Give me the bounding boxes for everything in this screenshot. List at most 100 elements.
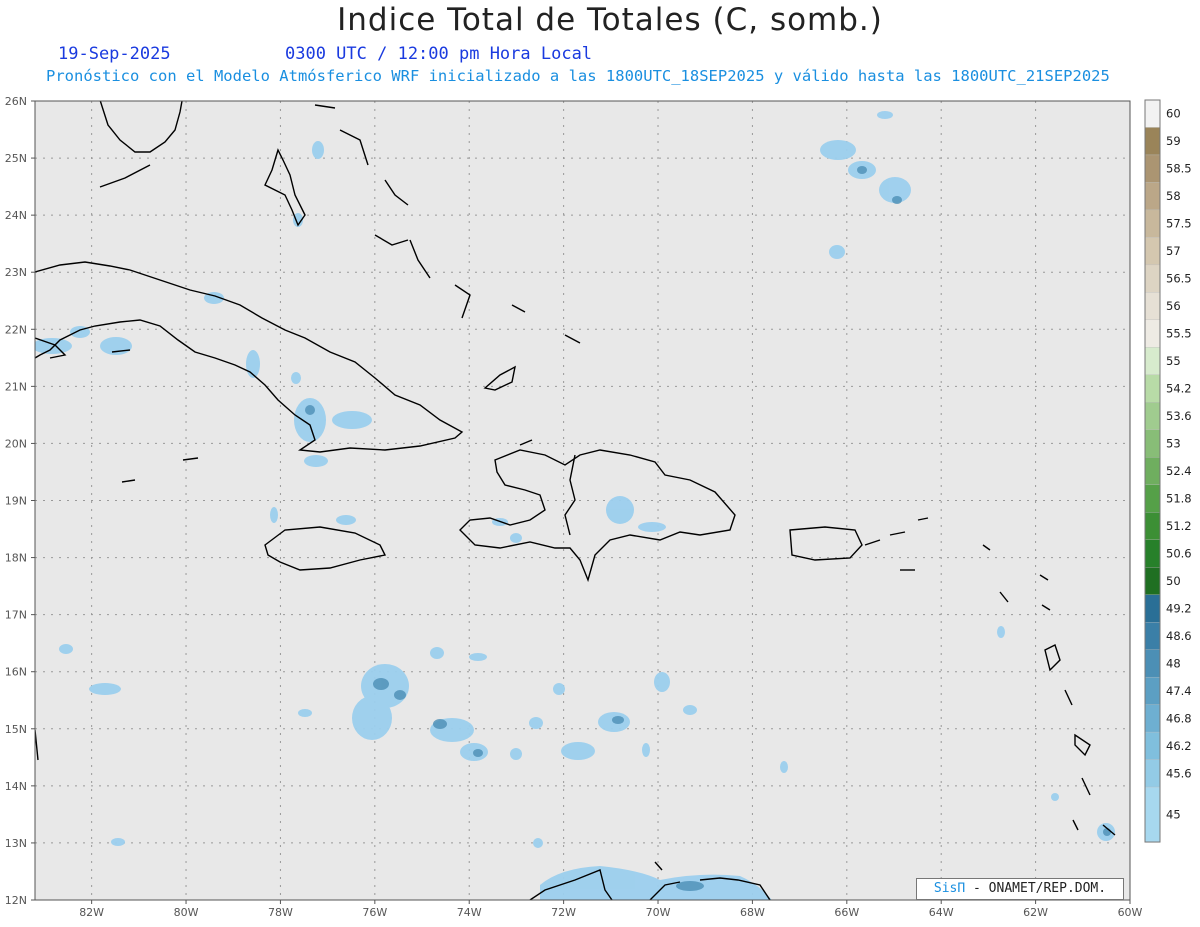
lat-tick-label: 26N	[5, 95, 27, 108]
colorbar-label: 53.6	[1166, 409, 1192, 423]
colorbar-label: 51.8	[1166, 492, 1192, 506]
tt-blob	[298, 709, 312, 717]
tt-core	[612, 716, 624, 724]
lat-tick-label: 17N	[5, 609, 27, 622]
colorbar-label: 46.8	[1166, 711, 1192, 725]
lon-tick-label: 62W	[1023, 906, 1048, 919]
colorbar: 60 59 58.5 58 57.5 57 56.5 56 55.5 55 54.2 53.6 53 52…	[1144, 99, 1192, 843]
colorbar-swatch	[1144, 649, 1161, 678]
tt-blob	[997, 626, 1005, 638]
colorbar-label: 58	[1166, 189, 1181, 203]
colorbar-label: 55.5	[1166, 327, 1192, 341]
lat-tick-label: 14N	[5, 780, 27, 793]
colorbar-swatch	[1144, 319, 1161, 348]
colorbar-label: 56.5	[1166, 272, 1192, 286]
colorbar-swatch	[1144, 154, 1161, 183]
colorbar-label: 57.5	[1166, 217, 1192, 231]
tt-blob	[304, 455, 328, 467]
tt-core	[473, 749, 483, 757]
colorbar-label: 47.4	[1166, 684, 1192, 698]
colorbar-swatch	[1144, 237, 1161, 266]
tt-blob	[312, 141, 324, 159]
colorbar-label: 55	[1166, 354, 1181, 368]
tt-blob	[111, 838, 125, 846]
lon-tick-label: 80W	[174, 906, 199, 919]
colorbar-swatch	[1144, 512, 1161, 540]
colorbar-swatch	[1144, 786, 1161, 843]
credit-text: - ONAMET/REP.DOM.	[965, 881, 1107, 896]
colorbar-label: 48	[1166, 656, 1181, 670]
tt-blob	[553, 683, 565, 695]
tt-blob	[638, 522, 666, 532]
colorbar-swatch	[1144, 539, 1161, 568]
colorbar-swatch	[1144, 484, 1161, 513]
lon-tick-label: 66W	[834, 906, 859, 919]
colorbar-label: 57	[1166, 244, 1181, 258]
lon-tick-label: 82W	[79, 906, 104, 919]
tt-blob	[430, 647, 444, 659]
tt-blob	[352, 696, 392, 740]
tt-blob	[606, 496, 634, 524]
lat-tick-label: 20N	[5, 437, 27, 450]
tt-blob	[100, 337, 132, 355]
colorbar-label: 45	[1166, 808, 1181, 822]
tt-core	[892, 196, 902, 204]
tt-blob	[270, 507, 278, 523]
lon-tick-label: 60W	[1118, 906, 1143, 919]
lon-tick-label: 64W	[929, 906, 954, 919]
colorbar-swatch	[1144, 127, 1161, 156]
tt-core	[433, 719, 447, 729]
tt-blob	[1051, 793, 1059, 801]
colorbar-swatch	[1144, 622, 1161, 650]
colorbar-swatch	[1144, 676, 1161, 705]
tt-core	[373, 678, 389, 690]
colorbar-label: 59	[1166, 134, 1181, 148]
colorbar-swatch	[1144, 704, 1161, 733]
colorbar-swatch	[1144, 731, 1161, 760]
colorbar-swatch	[1144, 567, 1161, 595]
colorbar-label: 46.2	[1166, 739, 1192, 753]
colorbar-swatch	[1144, 457, 1161, 485]
tt-blob	[59, 644, 73, 654]
tt-blob	[780, 761, 788, 773]
colorbar-swatch	[1144, 594, 1161, 623]
tt-blob	[820, 140, 856, 160]
tt-blob	[642, 743, 650, 757]
lat-tick-label: 16N	[5, 666, 27, 679]
colorbar-label: 50.6	[1166, 546, 1192, 560]
lon-tick-label: 74W	[457, 906, 482, 919]
colorbar-label: 54.2	[1166, 382, 1192, 396]
credit-box: SisΠ - ONAMET/REP.DOM.	[916, 878, 1124, 900]
tt-blob	[332, 411, 372, 429]
colorbar-label: 53	[1166, 437, 1181, 451]
map-background	[35, 101, 1130, 900]
tt-blob	[336, 515, 356, 525]
colorbar-swatch	[1144, 99, 1161, 128]
colorbar-label: 48.6	[1166, 629, 1192, 643]
tt-blob	[294, 398, 326, 442]
lat-tick-label: 19N	[5, 495, 27, 508]
colorbar-label: 52.4	[1166, 464, 1192, 478]
lat-tick-label: 13N	[5, 837, 27, 850]
tt-blob	[35, 338, 72, 354]
colorbar-label: 56	[1166, 299, 1181, 313]
tt-blob	[561, 742, 595, 760]
lat-tick-label: 18N	[5, 552, 27, 565]
tt-blob	[533, 838, 543, 848]
lon-tick-label: 78W	[268, 906, 293, 919]
credit-brand: SisΠ	[933, 881, 966, 896]
tt-core	[676, 881, 704, 891]
colorbar-swatch	[1144, 264, 1161, 293]
colorbar-label: 50	[1166, 574, 1181, 588]
tt-blob	[89, 683, 121, 695]
tt-blob	[529, 717, 543, 729]
colorbar-swatch	[1144, 182, 1161, 211]
tt-blob	[877, 111, 893, 119]
lat-tick-label: 25N	[5, 152, 27, 165]
tt-blob	[683, 705, 697, 715]
tt-core	[305, 405, 315, 415]
colorbar-label: 45.6	[1166, 766, 1192, 780]
colorbar-swatch	[1144, 209, 1161, 238]
colorbar-label: 58.5	[1166, 162, 1192, 176]
tt-blob	[510, 748, 522, 760]
